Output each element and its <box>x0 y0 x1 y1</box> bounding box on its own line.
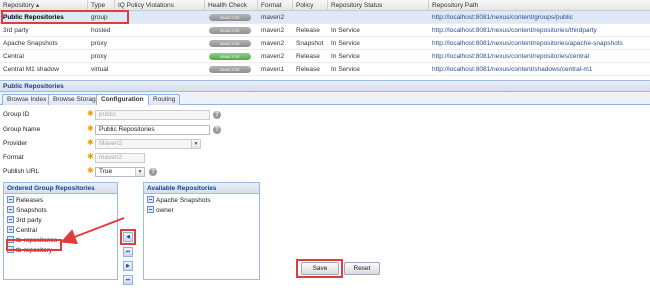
tab-browse-index[interactable]: Browse Index <box>2 94 52 105</box>
repo-policy: Release <box>296 66 320 73</box>
repo-policy <box>293 11 328 24</box>
repo-status: In Service <box>331 66 360 73</box>
repository-grid: Repository ▴ Type IQ Policy Violations H… <box>0 0 650 80</box>
analyze-button[interactable]: ANALYZE <box>209 40 251 47</box>
repo-policy: Release <box>296 53 320 60</box>
repo-name: Central <box>3 53 24 60</box>
repo-name: 3rd party <box>3 27 29 34</box>
list-item-label: owner <box>156 207 174 214</box>
configuration-form: Group ID ✱ public ? Group Name ✱ Public … <box>0 105 650 308</box>
table-row[interactable]: Central M1 shadow virtual ANALYZE maven1… <box>0 63 650 76</box>
tab-bar: Browse Index Browse Storage Configuratio… <box>0 92 650 106</box>
repo-name: Central M1 shadow <box>3 66 59 73</box>
list-item[interactable]: owner <box>147 205 174 215</box>
reset-button[interactable]: Reset <box>344 262 380 275</box>
repo-path[interactable]: http://localhost:8081/nexus/content/repo… <box>429 37 650 50</box>
tab-routing[interactable]: Routing <box>148 94 181 105</box>
repo-format: maven2 <box>261 14 285 21</box>
repository-icon <box>147 205 154 213</box>
col-repository-path[interactable]: Repository Path <box>429 0 650 11</box>
col-health-check[interactable]: Health Check <box>205 0 258 11</box>
analyze-button[interactable]: ANALYZE <box>209 14 251 21</box>
table-row[interactable]: Central proxy ANALYZE maven2 Release In … <box>0 50 650 63</box>
repo-type: proxy <box>91 40 107 47</box>
repo-name: Apache Snapshots <box>3 40 58 47</box>
repo-policy: Release <box>296 27 320 34</box>
repo-status: In Service <box>331 27 360 34</box>
list-item[interactable]: Apache Snapshots <box>147 195 211 205</box>
repo-status: In Service <box>331 40 360 47</box>
repo-status: In Service <box>331 53 360 60</box>
repo-format: maven1 <box>261 66 285 73</box>
repo-status <box>328 11 429 24</box>
panel-title: Public Repositories <box>0 80 650 92</box>
analyze-button[interactable]: ANALYZE <box>209 66 251 73</box>
repo-type: virtual <box>91 66 109 73</box>
list-item-label: Apache Snapshots <box>156 197 211 204</box>
repo-path[interactable]: http://localhost:8081/nexus/content/grou… <box>429 11 650 24</box>
repo-path[interactable]: http://localhost:8081/nexus/content/repo… <box>429 24 650 37</box>
analyze-button[interactable]: ANALYZE <box>209 27 251 34</box>
col-repository-status[interactable]: Repository Status <box>328 0 429 11</box>
repo-type: hosted <box>91 27 111 34</box>
repo-path[interactable]: http://localhost:8081/nexus/content/repo… <box>429 50 650 63</box>
highlight-selected-repo <box>1 10 129 24</box>
col-format[interactable]: Format <box>258 0 293 11</box>
repo-policy: Snapshot <box>296 40 324 47</box>
analyze-button[interactable]: ANALYZE <box>209 53 251 60</box>
repo-type: proxy <box>91 53 107 60</box>
col-policy[interactable]: Policy <box>293 0 328 11</box>
repo-format: maven2 <box>261 53 285 60</box>
highlight-save <box>296 259 343 278</box>
table-row[interactable]: Apache Snapshots proxy ANALYZE maven2 Sn… <box>0 37 650 50</box>
repo-format: maven2 <box>261 40 285 47</box>
repo-format: maven2 <box>261 27 285 34</box>
available-repositories-title: Available Repositories <box>144 183 259 194</box>
repository-icon <box>147 195 154 203</box>
available-repositories-list: Available Repositories Apache Snapshots … <box>143 182 260 280</box>
table-row[interactable]: 3rd party hosted ANALYZE maven2 Release … <box>0 24 650 37</box>
repo-path[interactable]: http://localhost:8081/nexus/content/shad… <box>429 63 650 76</box>
